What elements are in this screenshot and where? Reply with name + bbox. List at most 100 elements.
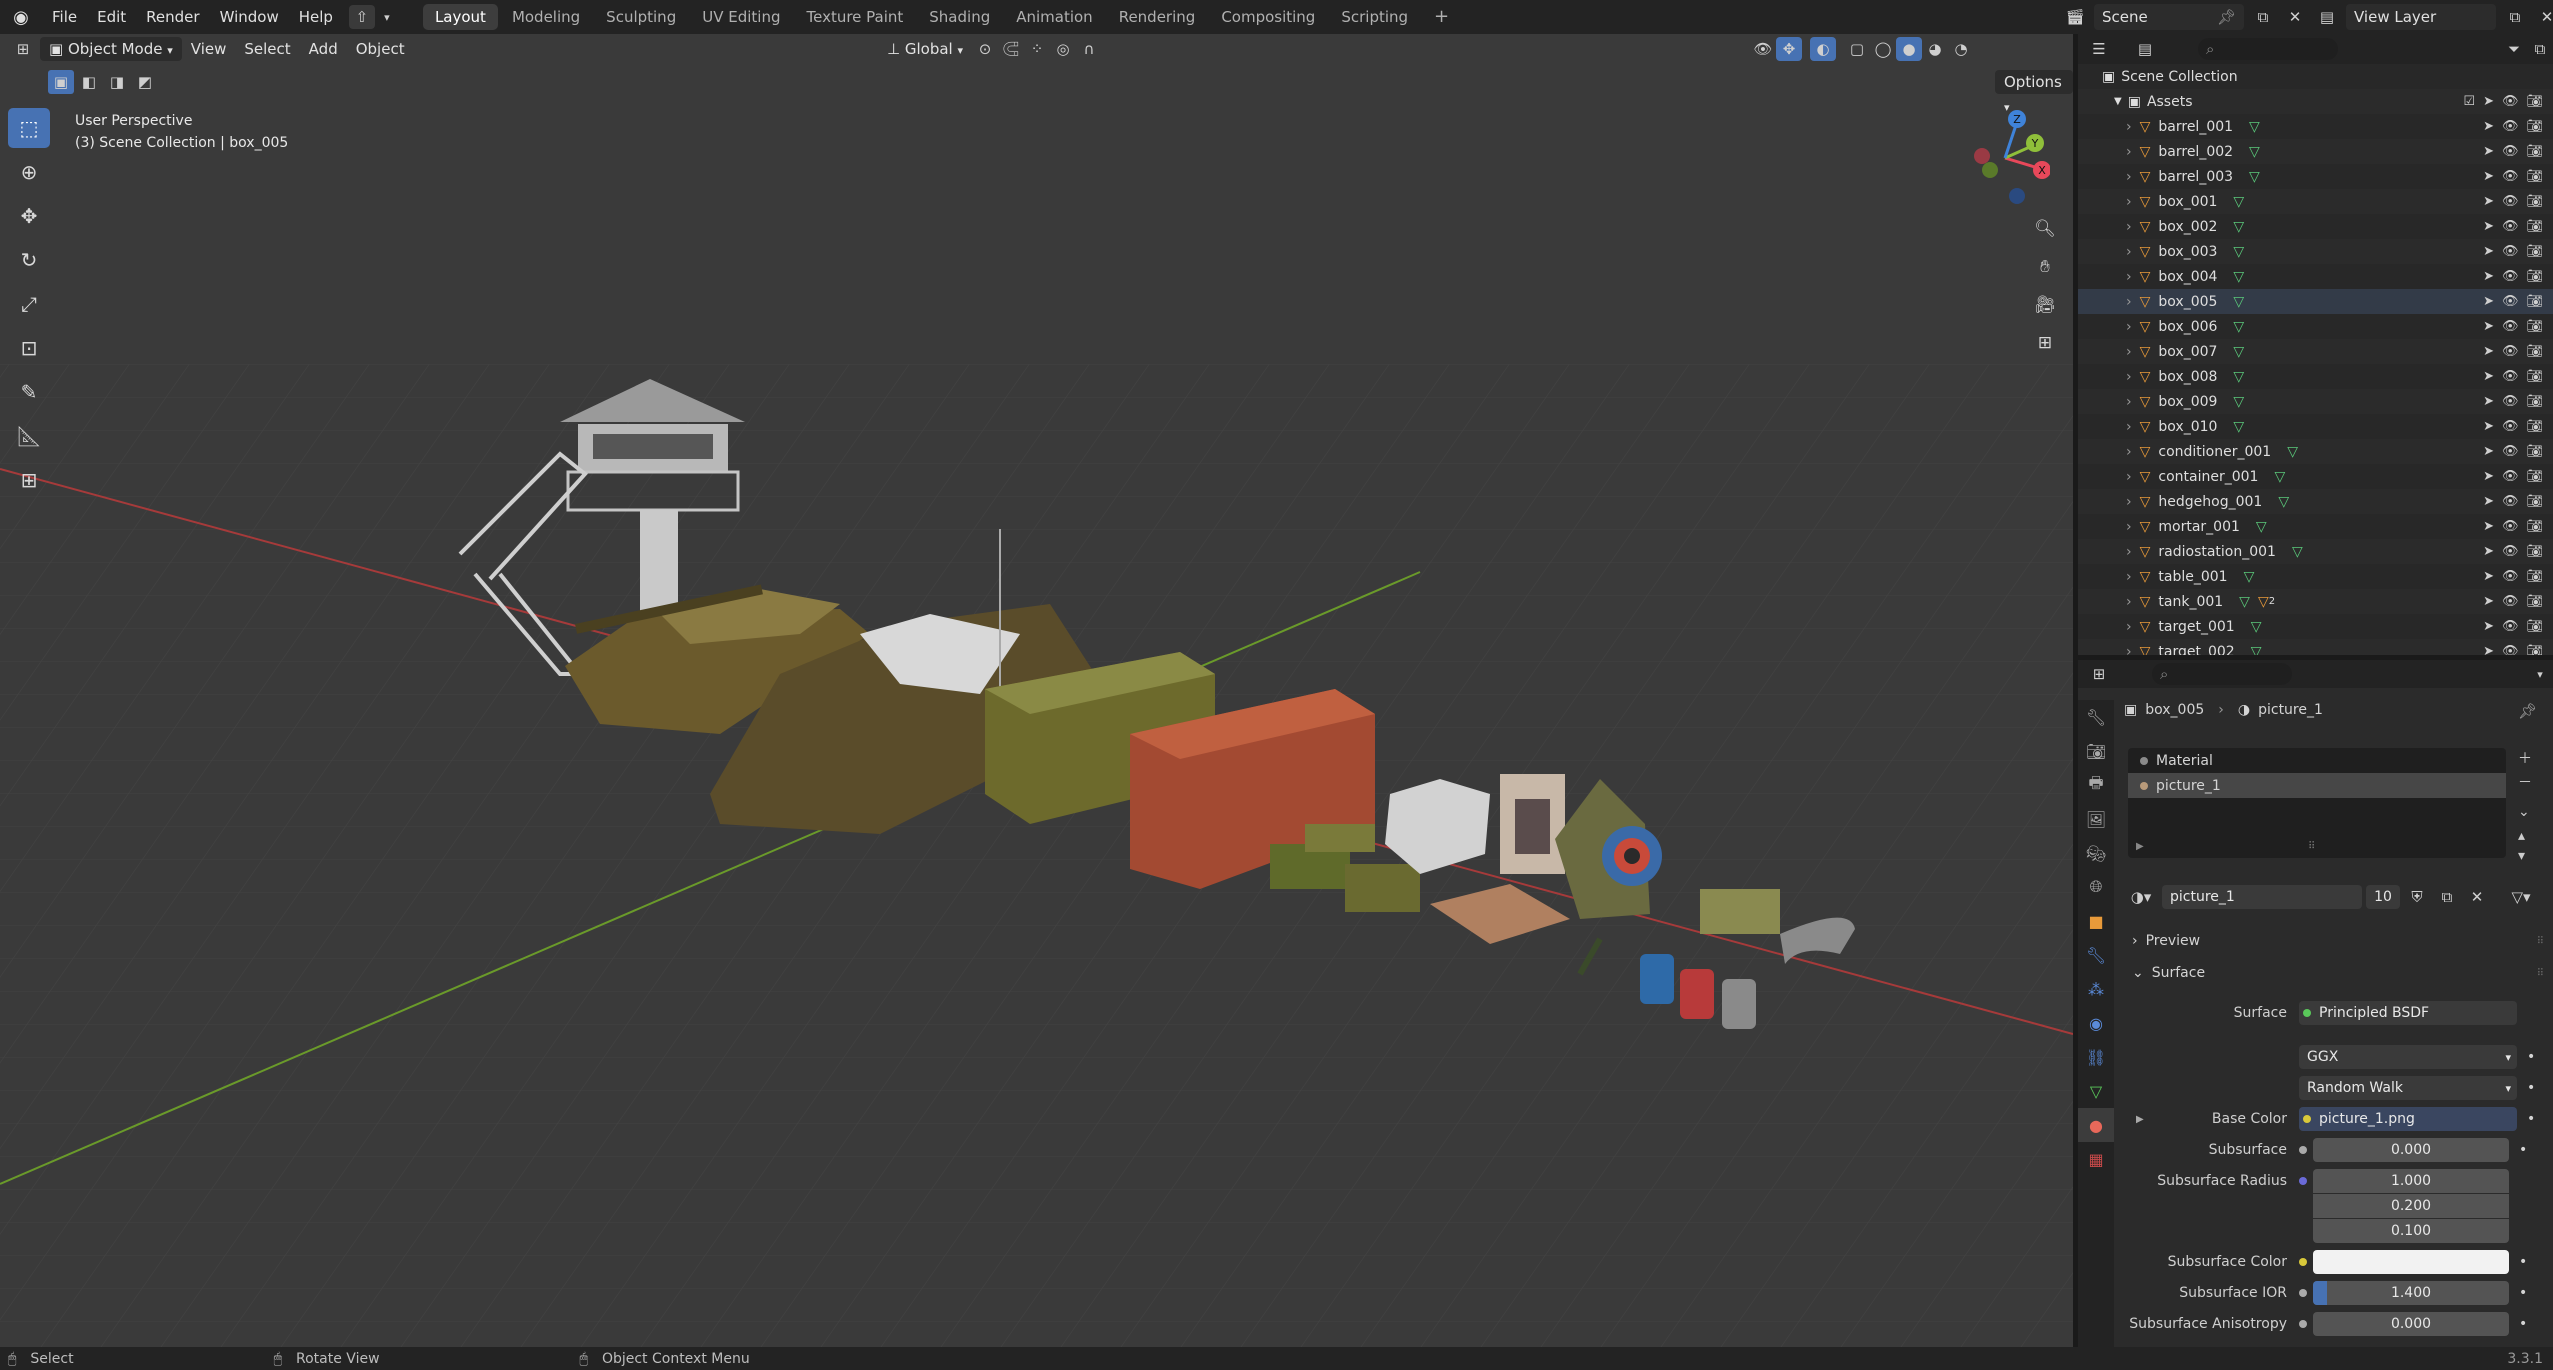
pivot-icon[interactable]: ⊙ [972,37,998,61]
slot-menu-icon[interactable]: ⌄ [2518,804,2532,820]
select-arrow-icon[interactable]: ➤ [2483,369,2494,384]
camera-icon[interactable]: 🎥︎ [2028,288,2062,322]
mesh-data-icon[interactable]: ▽ [2251,619,2262,635]
chevron-right-icon[interactable]: › [2126,369,2132,385]
outliner-row[interactable]: › ▽ box_006 ▽ ➤ 👁︎ 📷︎ [2078,314,2553,339]
new-collection-icon[interactable]: ⧉ [2527,37,2553,61]
chevron-right-icon[interactable]: › [2126,144,2132,160]
camera-icon[interactable]: 📷︎ [2526,469,2543,484]
mesh-data-icon[interactable]: ▽ [2249,169,2260,185]
select-arrow-icon[interactable]: ➤ [2483,594,2494,609]
eye-icon[interactable]: 👁︎ [2502,244,2519,259]
new-scene-icon[interactable]: ⧉ [2250,5,2276,29]
select-arrow-icon[interactable]: ➤ [2483,294,2494,309]
outliner-row[interactable]: › ▽ target_001 ▽ ➤ 👁︎ 📷︎ [2078,614,2553,639]
outliner-row[interactable]: › ▽ box_003 ▽ ➤ 👁︎ 📷︎ [2078,239,2553,264]
properties-search-input[interactable]: ⌕ [2152,663,2292,685]
scene-selector[interactable]: Scene 📌︎ [2094,4,2244,30]
object-tab-icon[interactable]: ■ [2078,904,2114,938]
chevron-down-icon[interactable]: ▾ [379,5,395,29]
eye-icon[interactable]: 👁︎ [2502,294,2519,309]
annotate-tool-icon[interactable]: ✎ [8,372,50,412]
eye-icon[interactable]: 👁︎ [2502,344,2519,359]
new-view-layer-icon[interactable]: ⧉ [2502,5,2528,29]
subsurface-anisotropy-field[interactable]: 0.000 [2313,1312,2509,1336]
material-slot[interactable]: Material [2128,748,2506,773]
mesh-data-icon[interactable]: ▽ [2287,444,2298,460]
scene-collection-row[interactable]: ▣ Scene Collection [2078,64,2553,89]
world-tab-icon[interactable]: 🌐︎ [2078,870,2114,904]
outliner-row[interactable]: › ▽ box_002 ▽ ➤ 👁︎ 📷︎ [2078,214,2553,239]
blender-logo-icon[interactable]: ◉ [6,2,36,32]
outliner-search-input[interactable]: ⌕ [2198,38,2338,60]
select-new-icon[interactable]: ▣ [48,70,74,94]
eye-icon[interactable]: 👁︎ [2502,444,2519,459]
tab-animation[interactable]: Animation [1004,4,1104,30]
tab-texture-paint[interactable]: Texture Paint [794,4,915,30]
tab-sculpting[interactable]: Sculpting [594,4,688,30]
select-arrow-icon[interactable]: ➤ [2483,194,2494,209]
mode-selector[interactable]: ▣ Object Mode ▾ [40,37,182,61]
options-dropdown[interactable]: Options ▾ [1995,70,2073,114]
outliner-editor-icon[interactable]: ☰ [2086,37,2112,61]
select-arrow-icon[interactable]: ➤ [2483,519,2494,534]
mesh-data-icon[interactable]: ▽ [2292,544,2303,560]
chevron-right-icon[interactable]: › [2126,544,2132,560]
surface-shader-field[interactable]: Principled BSDF [2299,1001,2517,1025]
eye-icon[interactable]: 👁︎ [2502,519,2519,534]
texture-tab-icon[interactable]: ▦ [2078,1142,2114,1176]
menu-add[interactable]: Add [300,37,347,61]
select-invert-icon[interactable]: ◩ [132,70,158,94]
subsurface-radius-z-field[interactable]: 0.100 [2313,1219,2509,1243]
particles-tab-icon[interactable]: ⁂ [2078,972,2114,1006]
mesh-data-icon[interactable]: ▽ [2233,294,2244,310]
expand-icon[interactable]: ▶ [2136,1114,2144,1125]
menu-edit[interactable]: Edit [87,0,136,34]
material-name-field[interactable]: picture_1 [2162,885,2362,909]
outliner-row[interactable]: › ▽ barrel_001 ▽ ➤ 👁︎ 📷︎ [2078,114,2553,139]
select-arrow-icon[interactable]: ➤ [2483,169,2494,184]
outliner-row[interactable]: › ▽ box_008 ▽ ➤ 👁︎ 📷︎ [2078,364,2553,389]
chevron-right-icon[interactable]: › [2126,444,2132,460]
camera-icon[interactable]: 📷︎ [2526,144,2543,159]
transform-tool-icon[interactable]: ⊡ [8,328,50,368]
camera-icon[interactable]: 📷︎ [2526,269,2543,284]
eye-icon[interactable]: 👁︎ [2502,419,2519,434]
eye-icon[interactable]: 👁︎ [2502,394,2519,409]
eye-icon[interactable]: 👁︎ [2502,144,2519,159]
ortho-grid-icon[interactable]: ⊞ [2028,326,2062,360]
eye-icon[interactable]: 👁︎ [2502,194,2519,209]
eye-icon[interactable]: 👁︎ [2502,569,2519,584]
physics-tab-icon[interactable]: ◉ [2078,1006,2114,1040]
camera-icon[interactable]: 📷︎ [2526,594,2543,609]
menu-window[interactable]: Window [210,0,289,34]
tab-uv-editing[interactable]: UV Editing [690,4,792,30]
tab-shading[interactable]: Shading [917,4,1002,30]
render-tab-icon[interactable]: 📷︎ [2078,734,2114,768]
mesh-data-icon[interactable]: ▽ [2233,219,2244,235]
mesh-data-icon[interactable]: ▽ [2233,394,2244,410]
camera-icon[interactable]: 📷︎ [2526,569,2543,584]
scene-tab-icon[interactable]: 🎭︎ [2078,836,2114,870]
add-slot-icon[interactable]: ＋ [2518,748,2532,768]
outliner-row[interactable]: › ▽ box_010 ▽ ➤ 👁︎ 📷︎ [2078,414,2553,439]
snap-icon[interactable]: 🧲︎ [998,37,1024,61]
transform-orientation-selector[interactable]: ⊥ Global ▾ [878,37,972,61]
surface-panel-header[interactable]: ⌄ Surface ⠿ [2124,960,2544,986]
navigation-gizmo[interactable]: X Y Z [1960,106,2050,206]
falloff-icon[interactable]: ∩ [1076,37,1102,61]
remove-slot-icon[interactable]: － [2518,772,2532,792]
xray-icon[interactable]: ▢ [1844,37,1870,61]
eye-icon[interactable]: 👁︎ [2502,94,2519,109]
mesh-data-icon[interactable]: ▽ [2233,319,2244,335]
menu-view[interactable]: View [182,37,236,61]
camera-icon[interactable]: 📷︎ [2526,194,2543,209]
camera-icon[interactable]: 📷︎ [2526,444,2543,459]
chevron-right-icon[interactable]: › [2126,569,2132,585]
select-arrow-icon[interactable]: ➤ [2483,244,2494,259]
chevron-right-icon[interactable]: › [2126,344,2132,360]
subsurface-value-field[interactable]: 0.000 [2313,1138,2509,1162]
move-tool-icon[interactable]: ✥ [8,196,50,236]
eye-icon[interactable]: 👁︎ [2502,319,2519,334]
tab-rendering[interactable]: Rendering [1107,4,1208,30]
